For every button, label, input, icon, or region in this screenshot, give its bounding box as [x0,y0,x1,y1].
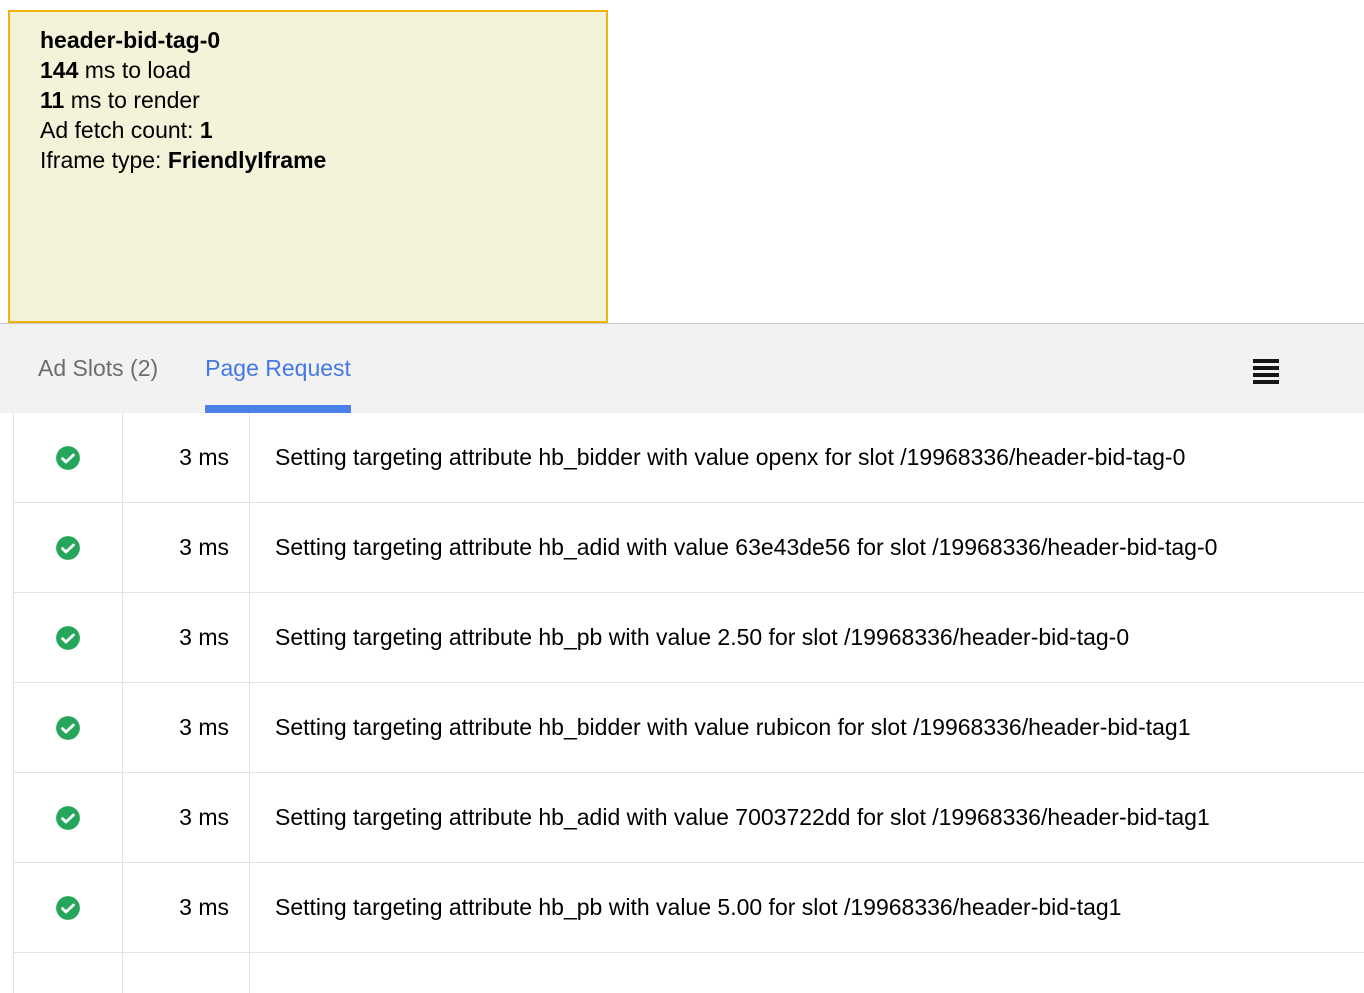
check-circle-icon [55,895,81,921]
status-cell [13,503,123,592]
status-cell [13,953,123,993]
log-row: 3 ms Setting targeting attribute hb_pb w… [13,593,1364,683]
log-row: 3 ms Setting targeting attribute hb_pb w… [13,863,1364,953]
status-cell [13,683,123,772]
check-circle-icon [55,535,81,561]
list-icon[interactable] [1253,359,1279,384]
log-time: 3 ms [123,503,250,592]
check-circle-icon [55,715,81,741]
log-time: 3 ms [123,413,250,502]
page-request-log: 3 ms Setting targeting attribute hb_bidd… [13,413,1364,993]
log-row-partial [13,953,1364,993]
check-circle-icon [55,445,81,471]
log-time: 3 ms [123,773,250,862]
log-message: Setting targeting attribute hb_bidder wi… [250,413,1364,502]
log-time: 3 ms [123,683,250,772]
list-icon-bar [1253,359,1279,363]
status-cell [13,593,123,682]
log-message [250,953,1364,993]
fetch-count-line: Ad fetch count: 1 [40,115,576,145]
list-icon-bar [1253,366,1279,370]
log-message: Setting targeting attribute hb_pb with v… [250,593,1364,682]
slot-info-overlay: header-bid-tag-0 144 ms to load 11 ms to… [8,10,608,323]
status-cell [13,413,123,502]
log-time [123,953,250,993]
log-message: Setting targeting attribute hb_bidder wi… [250,683,1364,772]
log-row: 3 ms Setting targeting attribute hb_bidd… [13,683,1364,773]
check-circle-icon [55,805,81,831]
tab-ad-slots[interactable]: Ad Slots (2) [38,324,158,413]
log-message: Setting targeting attribute hb_adid with… [250,773,1364,862]
list-icon-bar [1253,380,1279,384]
status-cell [13,863,123,952]
log-message: Setting targeting attribute hb_adid with… [250,503,1364,592]
slot-name: header-bid-tag-0 [40,25,576,55]
render-time-line: 11 ms to render [40,85,576,115]
tab-ad-slots-label: Ad Slots (2) [38,355,158,382]
log-row: 3 ms Setting targeting attribute hb_adid… [13,503,1364,593]
check-circle-icon [55,625,81,651]
log-row: 3 ms Setting targeting attribute hb_adid… [13,773,1364,863]
log-time: 3 ms [123,863,250,952]
list-icon-bar [1253,373,1279,377]
log-time: 3 ms [123,593,250,682]
iframe-type-line: Iframe type: FriendlyIframe [40,145,576,175]
log-message: Setting targeting attribute hb_pb with v… [250,863,1364,952]
load-time-line: 144 ms to load [40,55,576,85]
tab-page-request-label: Page Request [205,355,351,382]
status-cell [13,773,123,862]
log-row: 3 ms Setting targeting attribute hb_bidd… [13,413,1364,503]
tab-page-request[interactable]: Page Request [205,324,351,413]
console-tabbar: Ad Slots (2) Page Request [0,323,1364,413]
